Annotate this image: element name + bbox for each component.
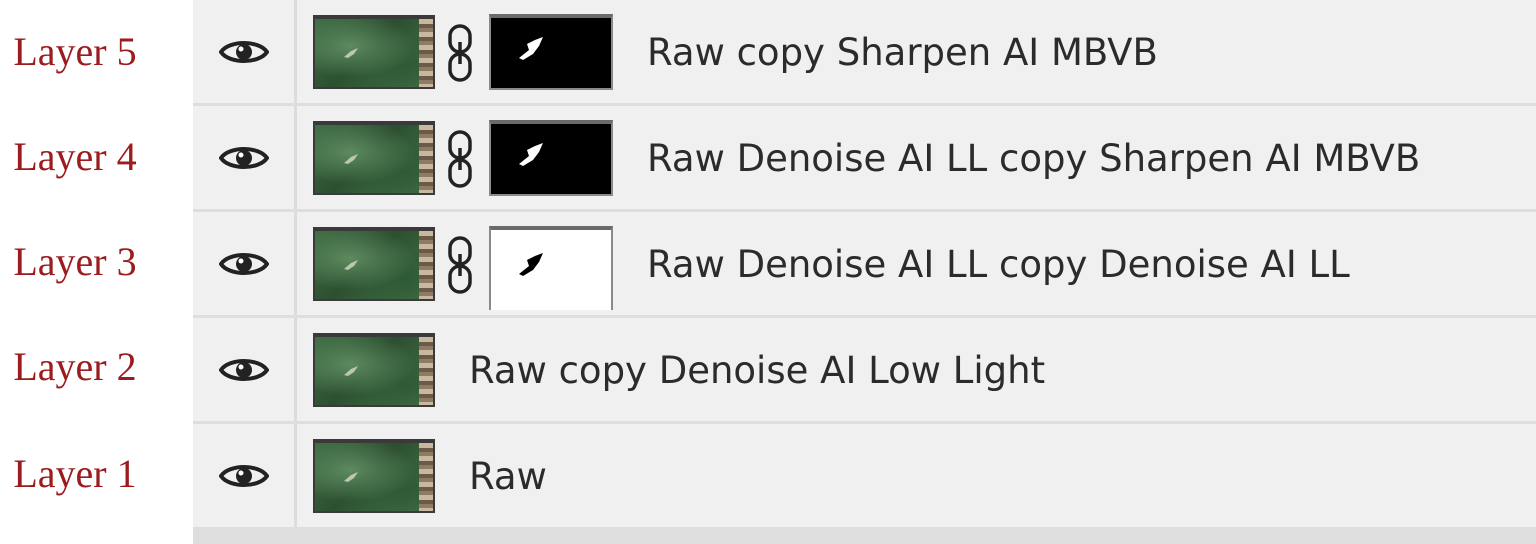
eye-icon[interactable] [218,142,269,174]
eye-icon[interactable] [218,248,269,280]
thumbnail-strip [419,19,433,87]
layer-mask-thumbnail[interactable] [489,120,613,196]
layer-name[interactable]: Raw copy Sharpen AI MBVB [647,28,1158,78]
bird-mask-icon [519,37,543,60]
annotation-layer-3: Layer 3 [13,239,137,284]
annotation-layer-5: Layer 5 [13,29,137,74]
bird-mask-icon [519,143,543,166]
layer-thumbnail[interactable] [313,333,435,407]
layer-row[interactable]: Raw Denoise AI LL copy Sharpen AI MBVB [193,106,1536,209]
bird-thumbnail-icon [344,366,358,376]
bird-thumbnail-icon [344,154,358,164]
eye-icon[interactable] [218,460,269,492]
bird-thumbnail-icon [344,48,358,58]
layer-thumbnail[interactable] [313,121,435,195]
visibility-toggle[interactable] [193,318,297,421]
layer-thumbnail[interactable] [313,15,435,89]
annotation-layer-1: Layer 1 [13,451,137,496]
visibility-toggle[interactable] [193,0,297,103]
layers-panel: Raw copy Sharpen AI MBVB Raw Denoise AI … [193,0,1536,544]
chain-link-icon[interactable] [443,130,477,188]
layer-name[interactable]: Raw Denoise AI LL copy Denoise AI LL [647,240,1350,290]
thumbnail-strip [419,443,433,511]
layer-name[interactable]: Raw [469,452,547,502]
bird-thumbnail-icon [344,260,358,270]
chain-link-icon[interactable] [443,236,477,294]
eye-icon[interactable] [218,354,269,386]
layer-mask-thumbnail[interactable] [489,226,613,310]
screenshot: Layer 5 Layer 4 Layer 3 Layer 2 Layer 1 [0,0,1536,544]
layer-name[interactable]: Raw Denoise AI LL copy Sharpen AI MBVB [647,134,1420,184]
thumbnail-strip [419,231,433,299]
chain-link-icon[interactable] [443,24,477,82]
layer-row[interactable]: Raw copy Sharpen AI MBVB [193,0,1536,103]
visibility-toggle[interactable] [193,212,297,315]
visibility-toggle[interactable] [193,106,297,209]
thumbnail-strip [419,337,433,405]
thumbnail-strip [419,125,433,193]
layer-row[interactable]: Raw copy Denoise AI Low Light [193,318,1536,421]
bird-mask-icon [519,253,543,276]
layer-mask-thumbnail[interactable] [489,14,613,90]
layer-row[interactable]: Raw [193,424,1536,527]
layer-row[interactable]: Raw Denoise AI LL copy Denoise AI LL [193,212,1536,315]
visibility-toggle[interactable] [193,424,297,527]
annotation-layer-2: Layer 2 [13,344,137,389]
annotation-layer-4: Layer 4 [13,134,137,179]
layer-thumbnail[interactable] [313,227,435,301]
layer-name[interactable]: Raw copy Denoise AI Low Light [469,346,1045,396]
layer-thumbnail[interactable] [313,439,435,513]
layer-annotations: Layer 5 Layer 4 Layer 3 Layer 2 Layer 1 [0,0,193,544]
bird-thumbnail-icon [344,472,358,482]
eye-icon[interactable] [218,36,269,68]
